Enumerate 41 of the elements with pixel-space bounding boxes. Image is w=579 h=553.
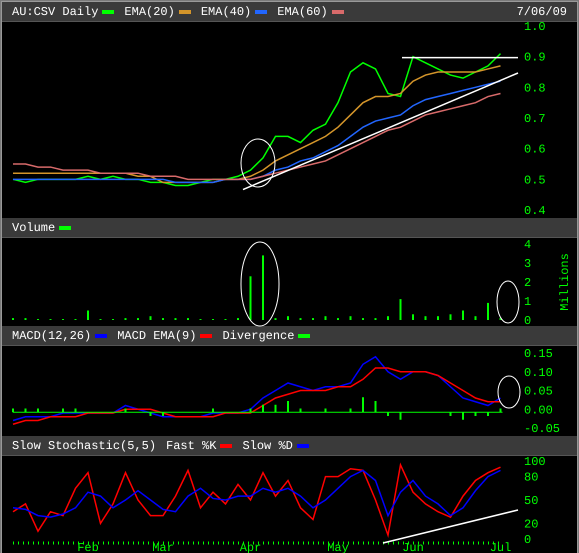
y-tick-label: -0.05 [524,422,560,436]
indicator-title: Slow Stochastic(5,5) [12,438,156,454]
y-tick-label: 50 [524,494,538,508]
legend-label: EMA(20) [124,4,175,20]
y-tick-label: 100 [524,456,546,469]
y-tick-label: 0.9 [524,50,546,65]
y-tick-label: 0.7 [524,112,546,126]
month-label: Mar [152,541,174,553]
circle-drawing [498,376,520,408]
y-tick-label: 0.5 [524,173,546,188]
y-tick-label: 0 [524,314,532,326]
y-tick-label: 4 [524,238,532,252]
y-tick-label: 0.10 [524,366,553,380]
axis-title: Millions [558,253,572,311]
chart-date: 7/06/09 [516,4,567,20]
month-label: Jul [490,541,512,553]
legend-label: Fast %K [166,438,216,454]
y-tick-label: 0.00 [524,403,553,418]
legend-label: MACD(12,26) [12,328,92,344]
y-tick-label: 0.15 [524,347,553,361]
y-tick-label: 0.4 [524,204,546,218]
legend-label: Slow %D [242,438,293,454]
circle-drawing [240,138,276,188]
month-label: Jun [402,541,424,553]
y-tick-label: 80 [524,470,538,485]
legend-label: Volume [12,220,56,236]
y-tick-label: 1.0 [524,22,546,34]
legend-label: AU:CSV Daily [12,4,98,20]
y-tick-label: 0.05 [524,384,553,398]
legend-label: Divergence [222,328,294,344]
legend-label: EMA(60) [277,4,328,20]
y-tick-label: 3 [524,257,532,271]
legend-label: MACD EMA(9) [117,328,196,344]
y-tick-label: 20 [524,517,538,532]
y-tick-label: 2 [524,276,532,290]
y-tick-label: 0.8 [524,81,546,96]
y-tick-label: 0 [524,533,532,547]
circle-drawing [496,280,520,324]
y-tick-label: 1 [524,295,532,309]
legend-label: EMA(40) [200,4,252,20]
y-tick-label: 0.6 [524,142,546,157]
